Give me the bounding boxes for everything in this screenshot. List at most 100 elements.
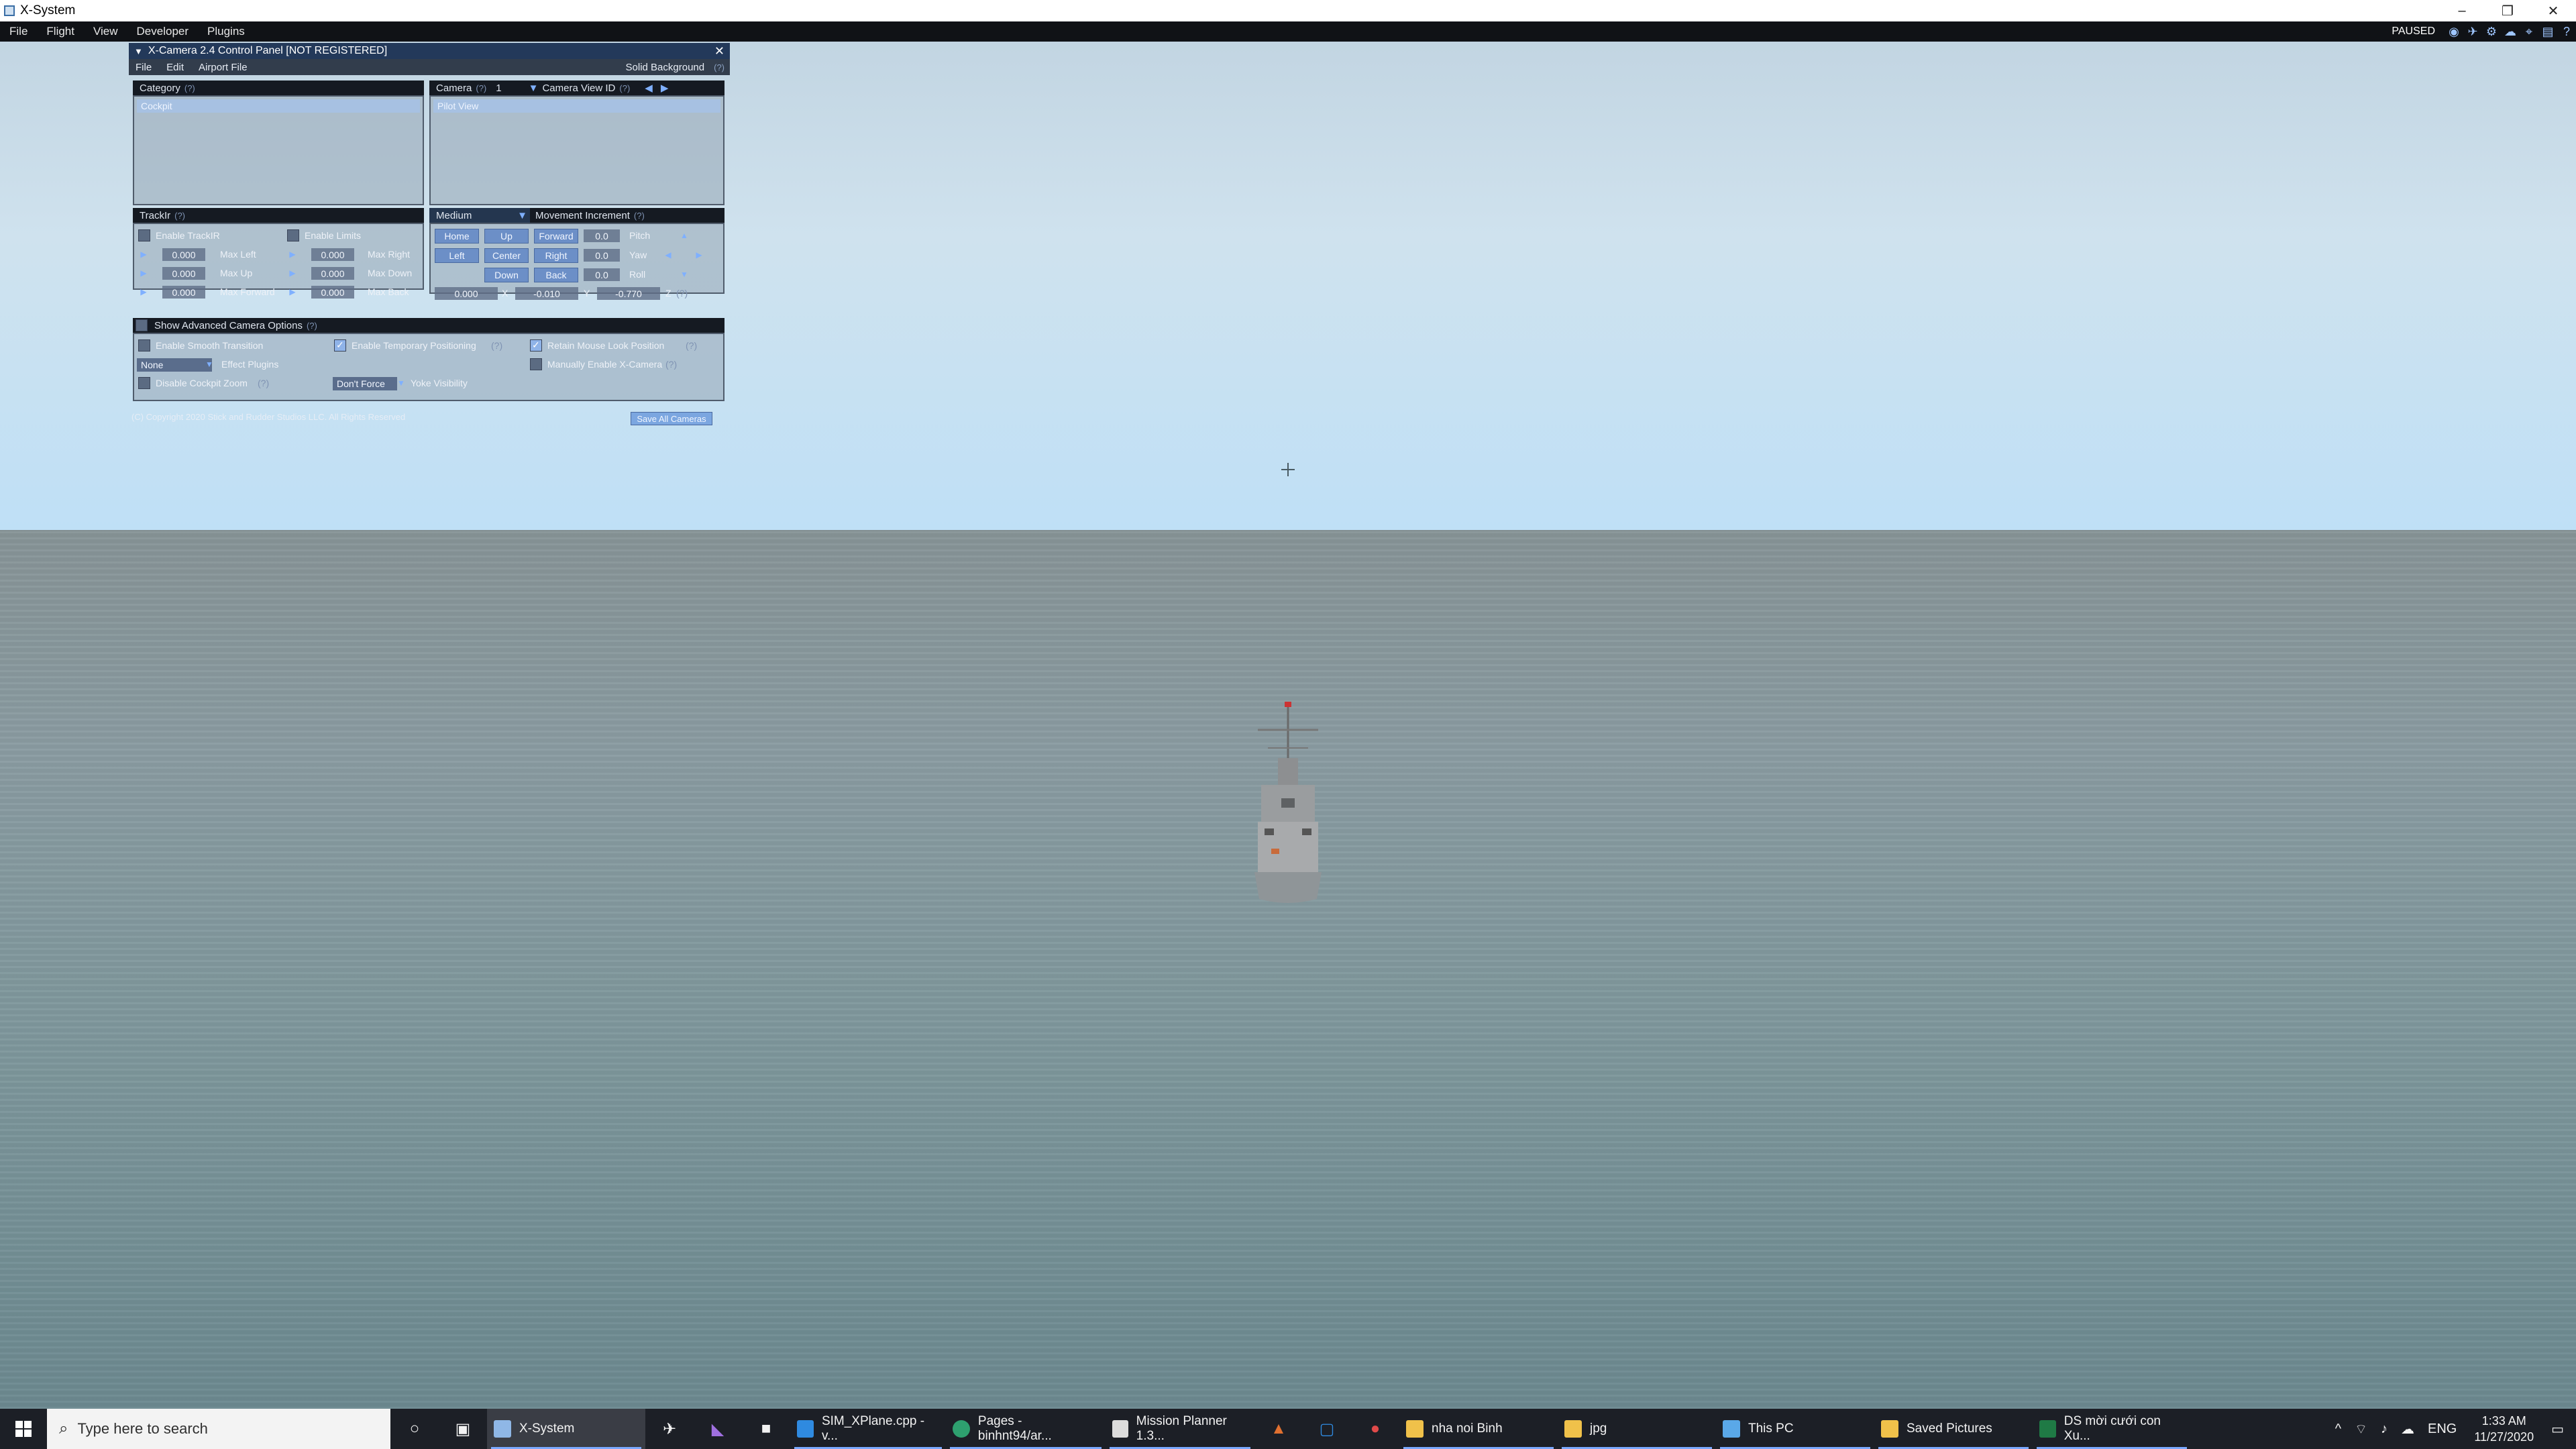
help-marker[interactable]: (?) — [665, 359, 677, 370]
camera-number[interactable]: 1 — [496, 83, 501, 94]
help-marker[interactable]: (?) — [184, 83, 195, 93]
max-forward-field[interactable]: 0.000 — [162, 286, 205, 299]
category-item-cockpit[interactable]: Cockpit — [137, 99, 420, 113]
taskbar-app-vscode[interactable]: SIM_XPlane.cpp - v... — [790, 1409, 946, 1449]
menu-view[interactable]: View — [84, 25, 127, 38]
volume-icon[interactable]: ♪ — [2381, 1421, 2387, 1437]
taskbar-app-saved-pictures[interactable]: Saved Pictures — [1874, 1409, 2033, 1449]
down-button[interactable]: Down — [484, 268, 529, 282]
minimize-icon[interactable]: – — [2439, 0, 2485, 21]
save-all-cameras-button[interactable]: Save All Cameras — [631, 412, 712, 425]
chevron-down-icon[interactable]: ▼ — [529, 83, 539, 94]
up-button[interactable]: Up — [484, 229, 529, 244]
restore-icon[interactable]: ❐ — [2485, 0, 2530, 21]
help-marker[interactable]: (?) — [676, 288, 688, 299]
visual-studio-icon[interactable]: ◣ — [694, 1409, 742, 1449]
play-icon[interactable]: ▶ — [287, 248, 298, 260]
effect-select[interactable]: None — [137, 358, 212, 372]
location-icon[interactable]: ⌖ — [2522, 24, 2536, 39]
solid-background-toggle[interactable]: Solid Background — [626, 62, 705, 73]
task-view-icon[interactable]: ▣ — [439, 1409, 487, 1449]
roll-field[interactable]: 0.0 — [584, 268, 620, 281]
category-list[interactable]: Cockpit — [133, 95, 424, 205]
collapse-icon[interactable]: ▼ — [134, 46, 143, 56]
enable-trackir-checkbox[interactable] — [138, 229, 150, 241]
camera-item-pilot-view[interactable]: Pilot View — [433, 99, 720, 113]
help-marker[interactable]: (?) — [476, 83, 486, 93]
forward-button[interactable]: Forward — [534, 229, 578, 244]
xc-menu-file[interactable]: File — [136, 62, 152, 73]
help-marker[interactable]: (?) — [491, 340, 502, 351]
advanced-header[interactable]: Show Advanced Camera Options (?) — [133, 318, 724, 333]
play-icon[interactable]: ▶ — [138, 248, 149, 260]
z-field[interactable]: -0.770 — [597, 287, 660, 300]
movement-speed-select[interactable]: Medium ▼ — [429, 208, 530, 223]
help-marker[interactable]: (?) — [174, 211, 185, 221]
x-field[interactable]: 0.000 — [435, 287, 498, 300]
taskbar-app-this-pc[interactable]: This PC — [1716, 1409, 1874, 1449]
yaw-left-icon[interactable]: ◀ — [663, 249, 674, 261]
taskbar-app-mission-planner[interactable]: Mission Planner 1.3... — [1106, 1409, 1254, 1449]
prev-camera-icon[interactable]: ◀ — [645, 82, 653, 94]
xc-menu-airport-file[interactable]: Airport File — [199, 62, 248, 73]
aircraft-icon[interactable]: ✈ — [2465, 24, 2480, 39]
max-back-field[interactable]: 0.000 — [311, 286, 354, 299]
menu-flight[interactable]: Flight — [37, 25, 84, 38]
atc-icon[interactable]: ◉ — [2447, 24, 2461, 39]
taskbar-app-excel[interactable]: DS mời cưới con Xu... — [2033, 1409, 2191, 1449]
close-icon[interactable]: ✕ — [2530, 0, 2576, 21]
graphics-icon[interactable]: ▤ — [2540, 24, 2555, 39]
enable-limits-checkbox[interactable] — [287, 229, 299, 241]
help-marker[interactable]: (?) — [714, 62, 724, 72]
left-button[interactable]: Left — [435, 248, 479, 263]
help-marker[interactable]: (?) — [258, 378, 269, 388]
chevron-down-icon[interactable]: ▼ — [396, 377, 407, 389]
retain-mouse-look-checkbox[interactable] — [530, 339, 542, 352]
search-box[interactable]: ⌕ Type here to search — [47, 1409, 390, 1449]
onedrive-icon[interactable]: ☁ — [2401, 1421, 2414, 1438]
next-camera-icon[interactable]: ▶ — [661, 82, 669, 94]
pitch-field[interactable]: 0.0 — [584, 229, 620, 242]
smooth-transition-checkbox[interactable] — [138, 339, 150, 352]
temporary-positioning-checkbox[interactable] — [334, 339, 346, 352]
menu-file[interactable]: File — [0, 25, 37, 38]
help-marker[interactable]: (?) — [686, 340, 697, 351]
matlab-icon[interactable]: ▲ — [1254, 1409, 1303, 1449]
max-down-field[interactable]: 0.000 — [311, 267, 354, 280]
taskbar-app-folder-nha-noi-binh[interactable]: nha noi Binh — [1399, 1409, 1558, 1449]
center-button[interactable]: Center — [484, 248, 529, 263]
taskbar-app-folder-jpg[interactable]: jpg — [1558, 1409, 1716, 1449]
xc-menu-edit[interactable]: Edit — [166, 62, 184, 73]
chevron-down-icon[interactable]: ▼ — [204, 358, 215, 370]
yaw-field[interactable]: 0.0 — [584, 249, 620, 262]
help-marker[interactable]: (?) — [619, 83, 630, 93]
disable-cockpit-zoom-checkbox[interactable] — [138, 377, 150, 389]
menu-developer[interactable]: Developer — [127, 25, 199, 38]
right-button[interactable]: Right — [534, 248, 578, 263]
help-marker[interactable]: (?) — [307, 321, 317, 331]
y-field[interactable]: -0.010 — [515, 287, 578, 300]
cortana-icon[interactable]: ○ — [390, 1409, 439, 1449]
menu-plugins[interactable]: Plugins — [198, 25, 254, 38]
show-advanced-checkbox[interactable] — [136, 319, 148, 331]
help-icon[interactable]: ? — [2559, 24, 2574, 39]
roll-down-icon[interactable]: ▼ — [679, 268, 690, 280]
paint-icon[interactable]: ● — [1351, 1409, 1399, 1449]
chevron-down-icon[interactable]: ▼ — [517, 210, 527, 221]
back-button[interactable]: Back — [534, 268, 578, 282]
app-pinned-icon[interactable]: ✈ — [645, 1409, 694, 1449]
settings-icon[interactable]: ⚙ — [2484, 24, 2499, 39]
manual-enable-checkbox[interactable] — [530, 358, 542, 370]
close-icon[interactable]: ✕ — [714, 44, 724, 58]
epic-games-icon[interactable]: ■ — [742, 1409, 790, 1449]
start-button[interactable] — [0, 1409, 47, 1449]
language-indicator[interactable]: ENG — [2428, 1421, 2457, 1437]
max-left-field[interactable]: 0.000 — [162, 248, 205, 261]
yaw-right-icon[interactable]: ▶ — [694, 249, 704, 261]
play-icon[interactable]: ▶ — [287, 286, 298, 298]
taskbar-app-edge[interactable]: Pages - binhnt94/ar... — [946, 1409, 1106, 1449]
max-right-field[interactable]: 0.000 — [311, 248, 354, 261]
max-up-field[interactable]: 0.000 — [162, 267, 205, 280]
app-window-icon[interactable]: ▢ — [1303, 1409, 1351, 1449]
camera-list[interactable]: Pilot View — [429, 95, 724, 205]
